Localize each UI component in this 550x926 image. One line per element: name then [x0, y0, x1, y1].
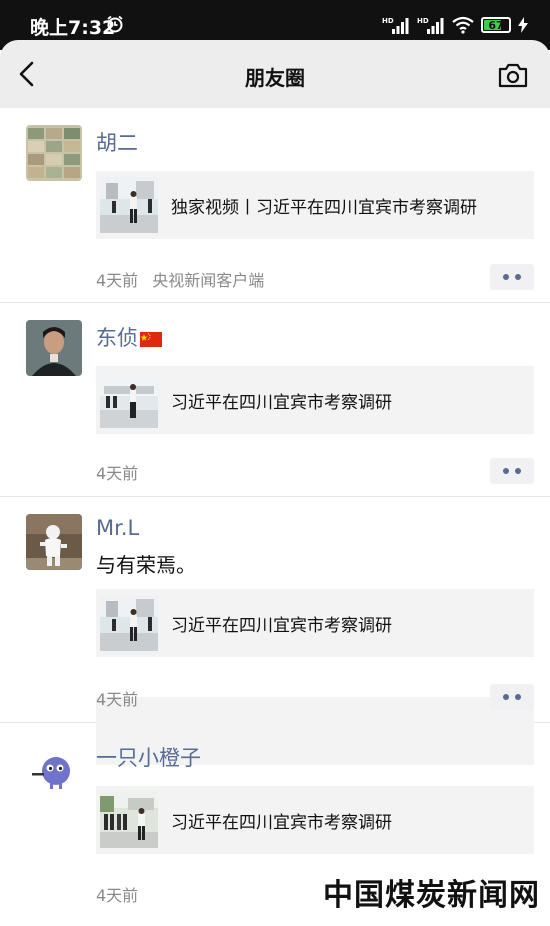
post-text: 与有荣焉。 [96, 553, 196, 577]
post-time: 4天前 [96, 464, 139, 483]
china-flag-icon [140, 331, 162, 347]
post-author-name[interactable]: 东侦 [96, 322, 162, 352]
avatar[interactable] [26, 125, 82, 181]
camera-icon[interactable] [498, 62, 528, 88]
link-title: 独家视频丨习近平在四川宜宾市考察调研 [171, 198, 477, 218]
dot-icon [503, 694, 509, 700]
watermark: 中国煤炭新闻网 [323, 878, 540, 913]
link-title: 习近平在四川宜宾市考察调研 [171, 393, 392, 413]
more-actions-button[interactable] [490, 458, 534, 484]
battery-level: 67 [488, 18, 504, 32]
page-title: 朋友圈 [245, 66, 305, 90]
avatar[interactable] [26, 514, 82, 570]
post-author-name-text: 东侦 [96, 326, 138, 350]
dot-icon [515, 274, 521, 280]
post-time: 4天前 [96, 886, 139, 905]
shared-link-card[interactable]: 独家视频丨习近平在四川宜宾市考察调研 [96, 171, 534, 239]
dot-icon [503, 468, 509, 474]
post-time: 4天前 央视新闻客户端 [96, 267, 264, 291]
dot-icon [503, 274, 509, 280]
post-author-name[interactable]: Mr.L [96, 516, 139, 540]
avatar[interactable] [26, 320, 82, 376]
feed-post: 东侦 习近平在四川宜宾市考察调研 4天前 [0, 303, 550, 497]
post-source[interactable]: 央视新闻客户端 [152, 271, 264, 290]
link-thumbnail [100, 595, 158, 651]
wifi-icon [452, 16, 474, 34]
charging-icon [518, 17, 528, 33]
more-actions-button[interactable] [490, 684, 534, 710]
nav-bar: 朋友圈 [0, 40, 550, 108]
dot-icon [515, 468, 521, 474]
avatar[interactable] [26, 740, 82, 796]
shared-link-card[interactable]: 习近平在四川宜宾市考察调研 [96, 366, 534, 434]
post-time-text: 4天前 [96, 271, 139, 290]
signal-hd-icon: HD [382, 17, 409, 34]
signal-hd-icon: HD [417, 17, 444, 34]
post-time: 4天前 [96, 690, 139, 709]
link-thumbnail [100, 372, 158, 428]
shared-link-card[interactable]: 习近平在四川宜宾市考察调研 [96, 786, 534, 854]
post-author-name[interactable]: 一只小橙子 [96, 742, 201, 772]
svg-text:HD: HD [417, 17, 429, 25]
status-icons: HD HD 67 [382, 14, 528, 36]
link-title: 习近平在四川宜宾市考察调研 [171, 813, 392, 833]
feed-post: 胡二 独家视频丨习近平在四川宜宾市考察调研 4天前 央视新闻客户端 [0, 108, 550, 303]
link-thumbnail [100, 177, 158, 233]
link-thumbnail [100, 792, 158, 848]
post-author-name[interactable]: 胡二 [96, 127, 138, 157]
link-title: 习近平在四川宜宾市考察调研 [171, 616, 392, 636]
battery-icon: 67 [481, 17, 511, 33]
dot-icon [515, 694, 521, 700]
status-time: 晚上7:32 [30, 17, 116, 39]
svg-text:HD: HD [382, 17, 394, 25]
alarm-icon [107, 15, 123, 33]
more-actions-button[interactable] [490, 264, 534, 290]
shared-link-card[interactable]: 习近平在四川宜宾市考察调研 [96, 589, 534, 657]
